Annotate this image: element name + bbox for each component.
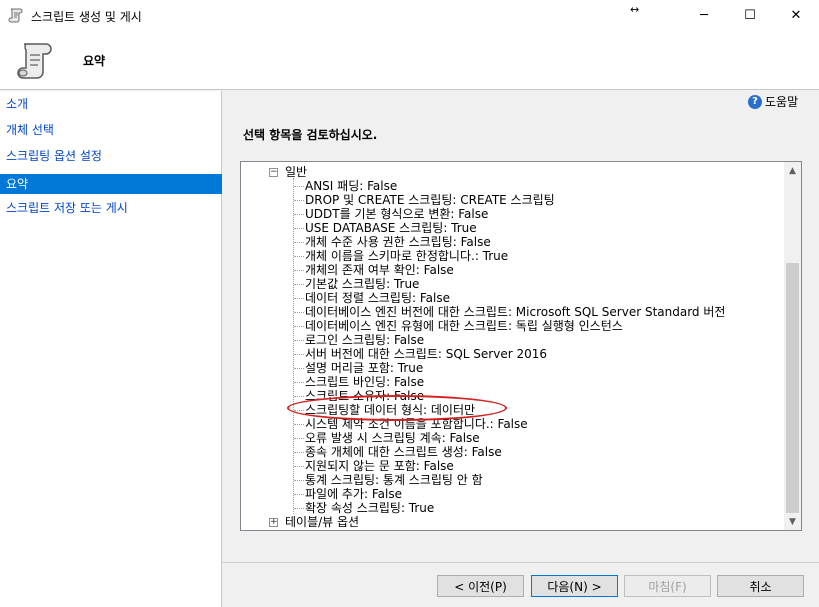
tree-connector — [294, 270, 304, 271]
tree-connector — [294, 340, 304, 341]
tree-item[interactable]: 종속 개체에 대한 스크립트 생성: False — [305, 445, 502, 459]
help-icon: ? — [748, 94, 762, 109]
tree-item[interactable]: 데이터베이스 엔진 유형에 대한 스크립트: 독립 실행형 인스턴스 — [305, 319, 623, 333]
help-label: 도움말 — [765, 95, 799, 109]
tree-item[interactable]: 스크립트 소유자: False — [305, 389, 424, 403]
tree-scrollbar[interactable]: ▲ ▼ — [784, 162, 801, 530]
tree-connector — [294, 298, 304, 299]
sidebar-item-save-or-publish[interactable]: 스크립트 저장 또는 게시 — [0, 198, 222, 218]
tree-connector — [294, 508, 304, 509]
tree-connector — [294, 396, 304, 397]
finish-button[interactable]: 마침(F) — [624, 575, 711, 597]
minimize-button[interactable]: ─ — [681, 0, 727, 31]
help-link[interactable]: ? 도움말 — [748, 93, 798, 110]
tree-item[interactable]: 서버 버전에 대한 스크립트: SQL Server 2016 — [305, 347, 547, 361]
tree-connector — [294, 494, 304, 495]
scroll-icon — [14, 40, 56, 82]
collapse-general-icon[interactable]: − — [269, 168, 278, 177]
tree-connector — [294, 368, 304, 369]
tree-item[interactable]: 스크립트 바인딩: False — [305, 375, 424, 389]
tree-connector — [294, 466, 304, 467]
app-scroll-icon — [8, 7, 24, 23]
tree-connector — [294, 228, 304, 229]
tree-connector — [294, 242, 304, 243]
page-title: 요약 — [83, 54, 106, 68]
expand-table-view-icon[interactable]: + — [269, 518, 278, 527]
tree-connector — [294, 214, 304, 215]
summary-tree[interactable]: − 일반 ANSI 패딩: False DROP 및 CREATE 스크립팅: C… — [240, 161, 802, 531]
review-heading: 선택 항목을 검토하십시오. — [243, 128, 378, 142]
tree-item[interactable]: 개체의 존재 여부 확인: False — [305, 263, 454, 277]
sidebar-item-summary[interactable]: 요약 — [0, 174, 222, 194]
wizard-sidebar: 소개 개체 선택 스크립팅 옵션 설정 요약 스크립트 저장 또는 게시 — [0, 91, 222, 607]
title-bar: 스크립트 생성 및 게시 ↔ ─ ☐ ✕ — [0, 0, 819, 31]
tree-item[interactable]: 개체 수준 사용 권한 스크립팅: False — [305, 235, 491, 249]
tree-item[interactable]: 로그인 스크립팅: False — [305, 333, 424, 347]
tree-connector — [294, 410, 304, 411]
tree-connector — [294, 312, 304, 313]
window-title: 스크립트 생성 및 게시 — [31, 10, 142, 24]
tree-item[interactable]: 데이터 정렬 스크립팅: False — [305, 291, 450, 305]
footer-divider — [222, 562, 819, 563]
tree-item[interactable]: UDDT를 기본 형식으로 변환: False — [305, 207, 488, 221]
tree-item[interactable]: 데이터베이스 엔진 버전에 대한 스크립트: Microsoft SQL Ser… — [305, 305, 725, 319]
tree-connector — [294, 326, 304, 327]
tree-item[interactable]: 시스템 제약 조건 이름을 포함합니다.: False — [305, 417, 528, 431]
sidebar-item-scripting-options[interactable]: 스크립팅 옵션 설정 — [0, 146, 222, 166]
tree-connector — [294, 354, 304, 355]
tree-item[interactable]: 오류 발생 시 스크립팅 계속: False — [305, 431, 480, 445]
sidebar-item-choose-objects[interactable]: 개체 선택 — [0, 120, 222, 140]
scroll-thumb[interactable] — [786, 262, 799, 513]
tree-item[interactable]: 확장 속성 스크립팅: True — [305, 501, 434, 515]
tree-connector — [294, 200, 304, 201]
cancel-button[interactable]: 취소 — [717, 575, 804, 597]
tree-connector — [294, 480, 304, 481]
close-button[interactable]: ✕ — [773, 0, 819, 31]
scroll-up-icon[interactable]: ▲ — [784, 162, 801, 179]
wizard-header: 요약 — [0, 31, 819, 90]
previous-button[interactable]: < 이전(P) — [437, 575, 524, 597]
tree-item[interactable]: ANSI 패딩: False — [305, 179, 397, 193]
tree-node-general[interactable]: 일반 — [285, 165, 307, 179]
tree-item[interactable]: 지원되지 않는 문 포함: False — [305, 459, 454, 473]
tree-item[interactable]: 개체 이름을 스키마로 한정합니다.: True — [305, 249, 508, 263]
resize-arrow-icon: ↔ — [630, 3, 640, 16]
next-button[interactable]: 다음(N) > — [531, 575, 618, 597]
tree-item[interactable]: 기본값 스크립팅: True — [305, 277, 419, 291]
tree-connector — [294, 438, 304, 439]
maximize-button[interactable]: ☐ — [727, 0, 773, 31]
tree-item[interactable]: USE DATABASE 스크립팅: True — [305, 221, 477, 235]
tree-item[interactable]: 통계 스크립팅: 통계 스크립팅 안 함 — [305, 473, 483, 487]
tree-connector — [294, 284, 304, 285]
tree-connector — [294, 382, 304, 383]
tree-connector — [294, 452, 304, 453]
tree-item[interactable]: DROP 및 CREATE 스크립팅: CREATE 스크립팅 — [305, 193, 555, 207]
sidebar-item-intro[interactable]: 소개 — [0, 94, 222, 114]
scroll-down-icon[interactable]: ▼ — [784, 513, 801, 530]
tree-item[interactable]: 파일에 추가: False — [305, 487, 402, 501]
tree-item[interactable]: 설명 머리글 포함: True — [305, 361, 423, 375]
tree-connector — [294, 424, 304, 425]
tree-item[interactable]: 스크립팅할 데이터 형식: 데이터만 — [305, 403, 475, 417]
tree-connector — [294, 186, 304, 187]
tree-node-table-view-options[interactable]: 테이블/뷰 옵션 — [285, 515, 359, 529]
tree-connector — [294, 256, 304, 257]
